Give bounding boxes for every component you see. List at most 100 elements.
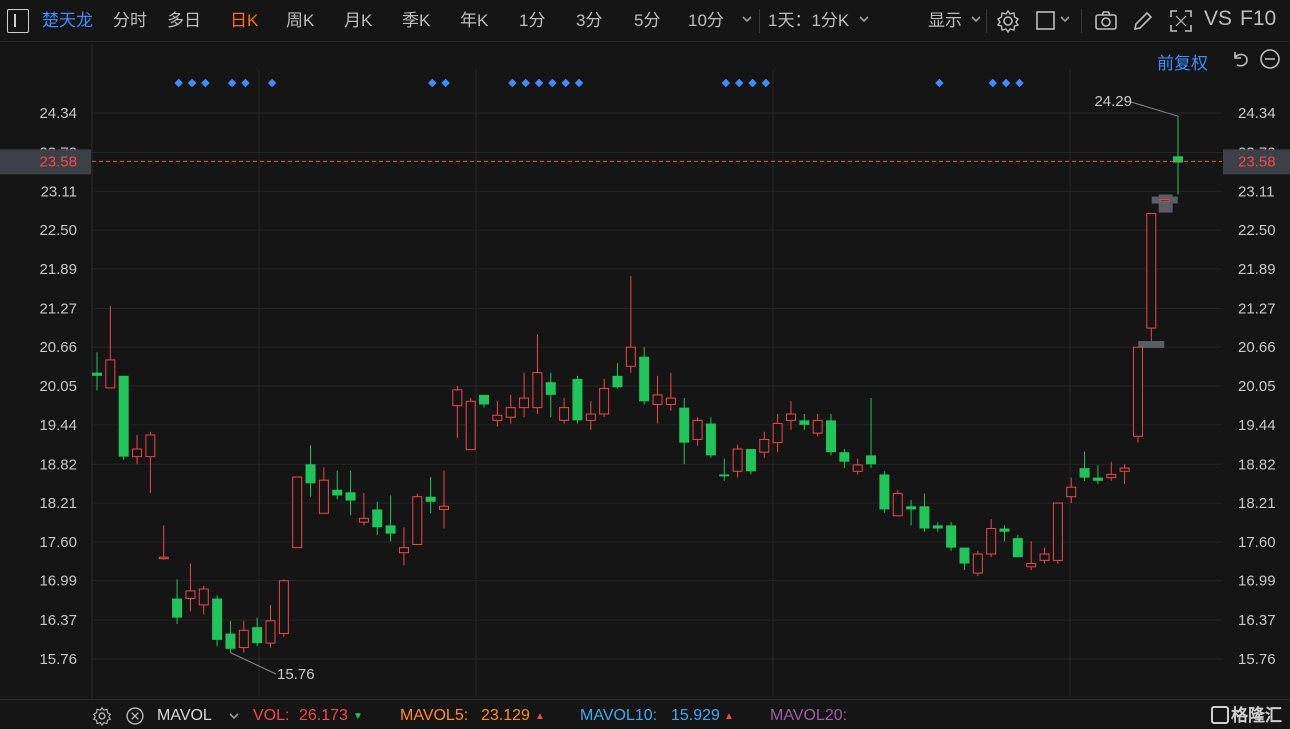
candle-body-up [265, 620, 276, 644]
candle-body-up [132, 448, 143, 458]
vs-button[interactable]: VS [1204, 8, 1232, 30]
mavol5-label: MAVOL5: [400, 707, 469, 724]
candle-body-down [719, 474, 730, 477]
candle-body-down [799, 420, 810, 425]
candle-body-down [305, 464, 316, 484]
zoom-out-icon[interactable] [1258, 47, 1282, 71]
y-tick-label-left: 16.99 [39, 573, 77, 590]
candle-body-up [986, 528, 997, 555]
brand-name: 格隆汇 [1231, 706, 1282, 725]
f10-button[interactable]: F10 [1240, 8, 1276, 30]
candle-body-up [198, 588, 209, 606]
min-price-label: 15.76 [277, 666, 315, 683]
candle-body-up [599, 388, 610, 415]
candle-body-down [212, 598, 223, 640]
display-select[interactable]: 显示 [928, 10, 962, 32]
candle-body-up [785, 413, 796, 421]
settings-gear-icon[interactable] [995, 8, 1021, 34]
y-axis-right: 24.3423.7223.1122.5021.8921.2720.6620.05… [1238, 105, 1276, 668]
pencil-icon[interactable] [1130, 8, 1156, 34]
price-adjust-select[interactable]: 前复权 [1157, 49, 1208, 74]
chevron-down-icon[interactable] [740, 12, 754, 26]
y-tick-label-left: 18.82 [39, 456, 77, 473]
mavol10-value: 15.929 [671, 707, 720, 724]
tab-1min[interactable]: 1分 [519, 10, 545, 32]
divider [986, 9, 987, 33]
candle-body-down [545, 382, 556, 395]
candle-body-down [866, 455, 877, 465]
period-select[interactable]: 1天：1分K [768, 10, 849, 32]
chevron-down-icon[interactable] [227, 709, 241, 723]
ghost-candle-block [1158, 194, 1173, 213]
candle-body-up [692, 419, 703, 440]
candle-body-down [932, 525, 943, 529]
undo-icon[interactable] [1229, 47, 1253, 71]
candle-body-up [492, 414, 503, 421]
tab-niank[interactable]: 年K [460, 10, 488, 32]
fullscreen-icon[interactable] [1168, 8, 1194, 34]
candle-body-up [1026, 563, 1037, 568]
mavol10-label: MAVOL10: [580, 707, 658, 724]
camera-icon[interactable] [1093, 8, 1119, 34]
candle-body-up [292, 476, 303, 549]
candle-body-up [1146, 213, 1157, 329]
divider [1081, 9, 1082, 33]
y-tick-label-right: 16.99 [1238, 573, 1276, 590]
y-tick-label-right: 18.21 [1238, 495, 1276, 512]
chevron-down-icon[interactable] [969, 12, 983, 26]
candle-body-down [612, 375, 623, 388]
tab-duori[interactable]: 多日 [167, 10, 201, 32]
y-tick-label-right: 20.66 [1238, 339, 1276, 356]
tab-yuek[interactable]: 月K [344, 10, 372, 32]
candle-body-up [732, 448, 743, 472]
candle-body-down [225, 633, 236, 649]
candle-body-down [1012, 538, 1023, 558]
kline-chart[interactable]: 24.3423.7223.1122.5021.8921.2720.6620.05… [0, 42, 1290, 699]
y-tick-label-left: 22.50 [39, 222, 77, 239]
stock-name[interactable]: 楚天龙 [42, 10, 93, 32]
chevron-down-icon[interactable] [1058, 12, 1072, 26]
tab-fenshi[interactable]: 分时 [113, 10, 147, 32]
y-tick-label-left: 15.76 [39, 651, 77, 668]
tab-5min[interactable]: 5分 [634, 10, 660, 32]
candle-body-down [572, 379, 583, 421]
candle-body-down [479, 394, 490, 405]
vol-label: VOL: [253, 707, 290, 724]
candle-body-down [705, 423, 716, 456]
sidebar-toggle-icon[interactable] [7, 9, 29, 33]
candle-body-up [185, 590, 196, 600]
y-tick-label-right: 24.34 [1238, 105, 1276, 122]
chevron-down-icon[interactable] [857, 12, 871, 26]
candle-body-down [919, 506, 930, 529]
candle-body-up [972, 553, 983, 574]
up-arrow-icon: ▲ [724, 711, 734, 722]
indicator-settings-icon[interactable] [92, 706, 112, 726]
candle-body-up [1119, 467, 1130, 472]
vol-value: 26.173 [299, 707, 348, 724]
y-tick-label-right: 16.37 [1238, 612, 1276, 629]
candle-body-up [358, 517, 369, 523]
up-arrow-icon: ▲ [535, 711, 545, 722]
candle-body-down [332, 489, 343, 496]
candle-body-up [145, 434, 156, 458]
tab-zhouk[interactable]: 周K [286, 10, 314, 32]
tab-rik[interactable]: 日K [230, 10, 258, 32]
y-axis-left: 24.3423.7223.1122.5021.8921.2720.6620.05… [39, 105, 77, 668]
tab-jik[interactable]: 季K [402, 10, 430, 32]
layout-square-icon[interactable] [1034, 8, 1060, 34]
candle-body-up [625, 346, 636, 367]
tab-10min[interactable]: 10分 [688, 10, 724, 32]
tab-3min[interactable]: 3分 [576, 10, 602, 32]
y-tick-label-left: 18.21 [39, 495, 77, 512]
candle-body-down [92, 372, 102, 376]
indicator-select[interactable]: MAVOL [157, 707, 212, 725]
candle-body-down [745, 449, 756, 472]
y-tick-label-left: 16.37 [39, 612, 77, 629]
candle-body-up [585, 413, 596, 421]
y-tick-label-left: 23.11 [41, 183, 77, 200]
close-indicator-icon[interactable] [125, 706, 145, 726]
candle-body-down [118, 375, 129, 457]
candle-body-up [412, 496, 423, 545]
candle-body-up [1066, 486, 1077, 498]
max-price-label: 24.29 [1094, 93, 1132, 110]
